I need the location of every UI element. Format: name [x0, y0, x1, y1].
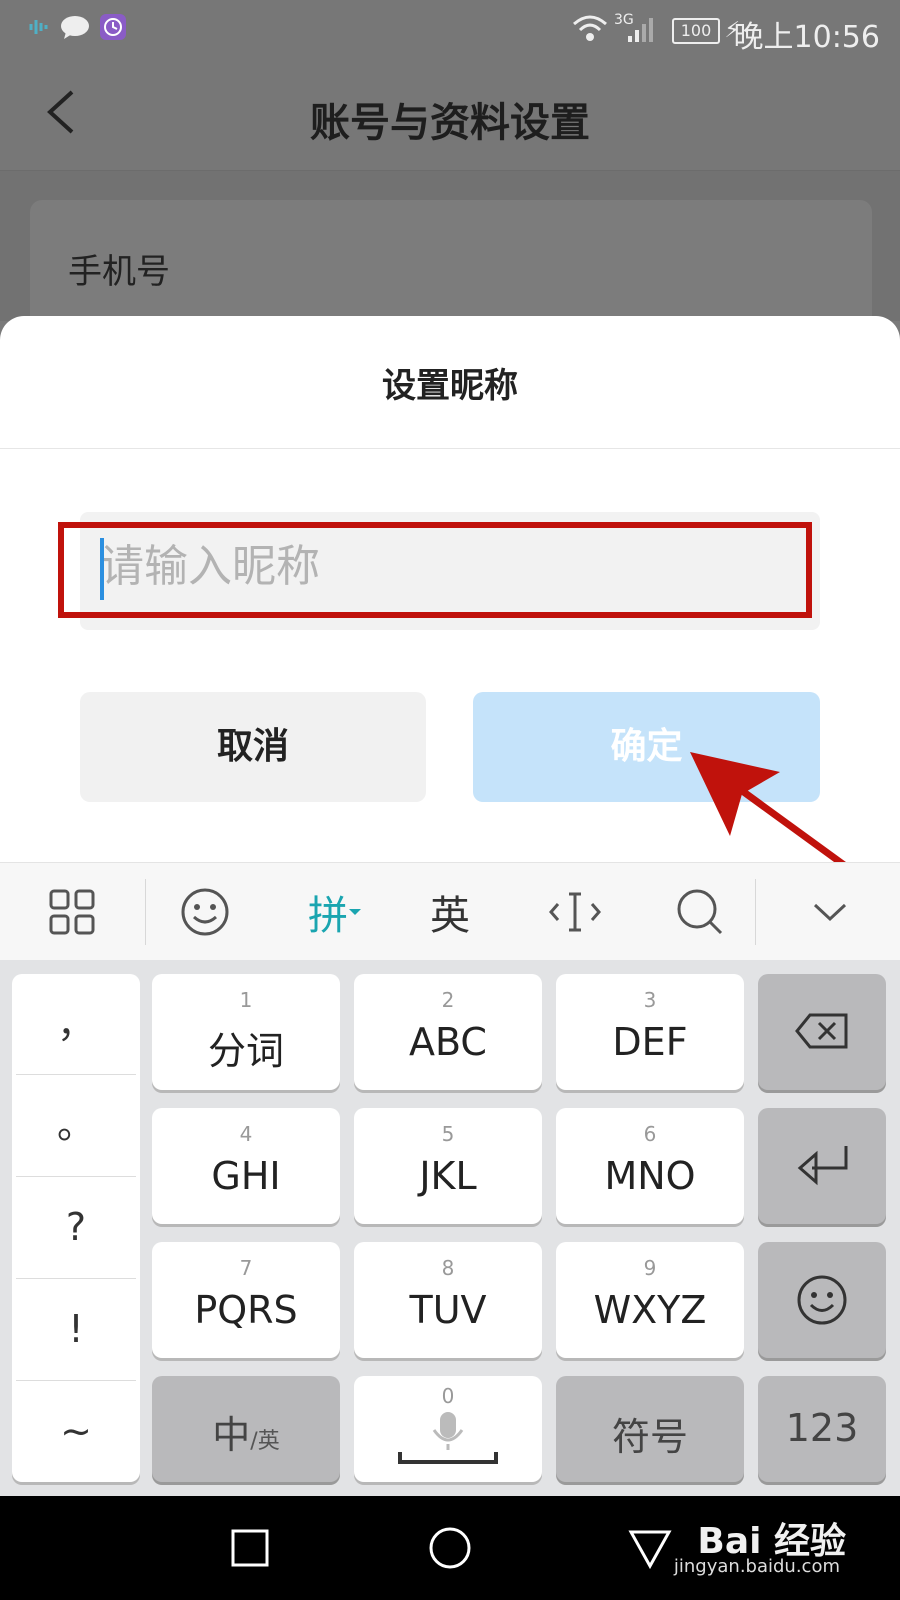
nickname-dialog: 设置昵称 取消 确定 — [0, 316, 900, 862]
pinyin-label: 拼 — [308, 893, 348, 939]
punct-key-comma[interactable]: ， — [12, 974, 140, 1074]
phone-label: 手机号 — [68, 252, 170, 292]
cancel-button[interactable]: 取消 — [80, 692, 426, 802]
punct-key-tilde[interactable]: ~ — [12, 1381, 140, 1481]
keyboard: ， 。 ? ! ~ 1 分词 2 ABC 3 DEF 4 GHI 5 JKL 6… — [0, 960, 900, 1496]
key-6[interactable]: 6 MNO — [556, 1108, 744, 1224]
punct-key-period[interactable]: 。 — [12, 1075, 140, 1175]
backspace-icon — [795, 1013, 848, 1049]
key-number: 6 — [643, 1122, 657, 1146]
zh-en-switch-key[interactable]: 中/英 — [152, 1376, 340, 1482]
enter-icon — [797, 1146, 848, 1186]
battery-icon: 100 — [672, 18, 720, 44]
emoji-icon — [797, 1275, 847, 1325]
watermark-url: jingyan.baidu.com — [673, 1556, 840, 1577]
key-label: JKL — [419, 1154, 477, 1198]
key-number: 5 — [441, 1122, 455, 1146]
punct-key-exclaim[interactable]: ! — [12, 1279, 140, 1379]
english-mode-tab[interactable]: 英 — [405, 863, 495, 961]
english-label: 英 — [430, 893, 470, 939]
home-icon[interactable] — [428, 1526, 472, 1570]
key-label: 分词 — [207, 1029, 284, 1073]
key-number: 7 — [239, 1256, 253, 1280]
key-number: 2 — [441, 988, 455, 1012]
key-number: 4 — [239, 1122, 253, 1146]
signal-icon — [626, 16, 656, 48]
collapse-keyboard-icon[interactable] — [785, 863, 875, 961]
key-3[interactable]: 3 DEF — [556, 974, 744, 1090]
backspace-key[interactable] — [758, 974, 886, 1090]
punctuation-column: ， 。 ? ! ~ — [12, 974, 140, 1482]
pinyin-mode-tab[interactable]: 拼 — [290, 863, 380, 961]
key-number: 3 — [643, 988, 657, 1012]
numbers-key[interactable]: 123 — [758, 1376, 886, 1482]
en-label: /英 — [250, 1429, 280, 1454]
key-2[interactable]: 2 ABC — [354, 974, 542, 1090]
dialog-divider — [0, 448, 900, 449]
chat-app-icon — [60, 14, 89, 40]
punct-key-question[interactable]: ? — [12, 1177, 140, 1277]
key-label: WXYZ — [593, 1288, 707, 1332]
enter-key[interactable] — [758, 1108, 886, 1224]
key-label: ABC — [409, 1020, 487, 1064]
back-triangle-icon[interactable] — [628, 1526, 672, 1570]
navigation-bar: Bai 经验 jingyan.baidu.com — [0, 1496, 900, 1600]
key-7[interactable]: 7 PQRS — [152, 1242, 340, 1358]
page-title: 账号与资料设置 — [310, 100, 590, 146]
zh-label: 中 — [212, 1413, 251, 1457]
key-number: 1 — [239, 988, 253, 1012]
key-9[interactable]: 9 WXYZ — [556, 1242, 744, 1358]
microphone-icon — [398, 1412, 498, 1464]
emoji-key[interactable] — [758, 1242, 886, 1358]
highlight-box — [58, 522, 812, 618]
key-label: PQRS — [194, 1288, 298, 1332]
numbers-label: 123 — [785, 1406, 859, 1450]
symbols-label: 符号 — [611, 1415, 688, 1459]
grid-menu-icon[interactable] — [30, 863, 114, 961]
recent-apps-icon[interactable] — [230, 1528, 270, 1568]
key-label: DEF — [612, 1020, 688, 1064]
key-number: 9 — [643, 1256, 657, 1280]
dialog-title: 设置昵称 — [382, 366, 518, 406]
status-bar: 3G 100 ⚡ 晚上10:56 — [0, 0, 900, 62]
toolbar-divider — [145, 879, 146, 945]
audio-app-icon — [26, 14, 52, 40]
key-number: 8 — [441, 1256, 455, 1280]
key-4[interactable]: 4 GHI — [152, 1108, 340, 1224]
symbols-key[interactable]: 符号 — [556, 1376, 744, 1482]
key-label: GHI — [211, 1154, 281, 1198]
key-5[interactable]: 5 JKL — [354, 1108, 542, 1224]
key-8[interactable]: 8 TUV — [354, 1242, 542, 1358]
key-1[interactable]: 1 分词 — [152, 974, 340, 1090]
zh-en-label: 中/英 — [152, 1404, 340, 1459]
chevron-down-icon — [349, 909, 361, 915]
cursor-icon[interactable] — [530, 863, 620, 961]
wifi-icon — [572, 14, 608, 48]
keyboard-toolbar: 拼 英 — [0, 862, 900, 961]
confirm-button[interactable]: 确定 — [473, 692, 820, 802]
toolbar-divider — [755, 879, 756, 945]
space-key[interactable]: 0 — [354, 1376, 542, 1482]
key-number: 0 — [441, 1384, 455, 1408]
emoji-icon[interactable] — [165, 863, 245, 961]
key-label: TUV — [409, 1288, 487, 1332]
app-header: 账号与资料设置 — [0, 62, 900, 171]
key-label: MNO — [604, 1154, 696, 1198]
search-icon[interactable] — [655, 863, 745, 961]
clock-app-icon — [100, 14, 126, 40]
status-time: 晚上10:56 — [733, 20, 880, 55]
